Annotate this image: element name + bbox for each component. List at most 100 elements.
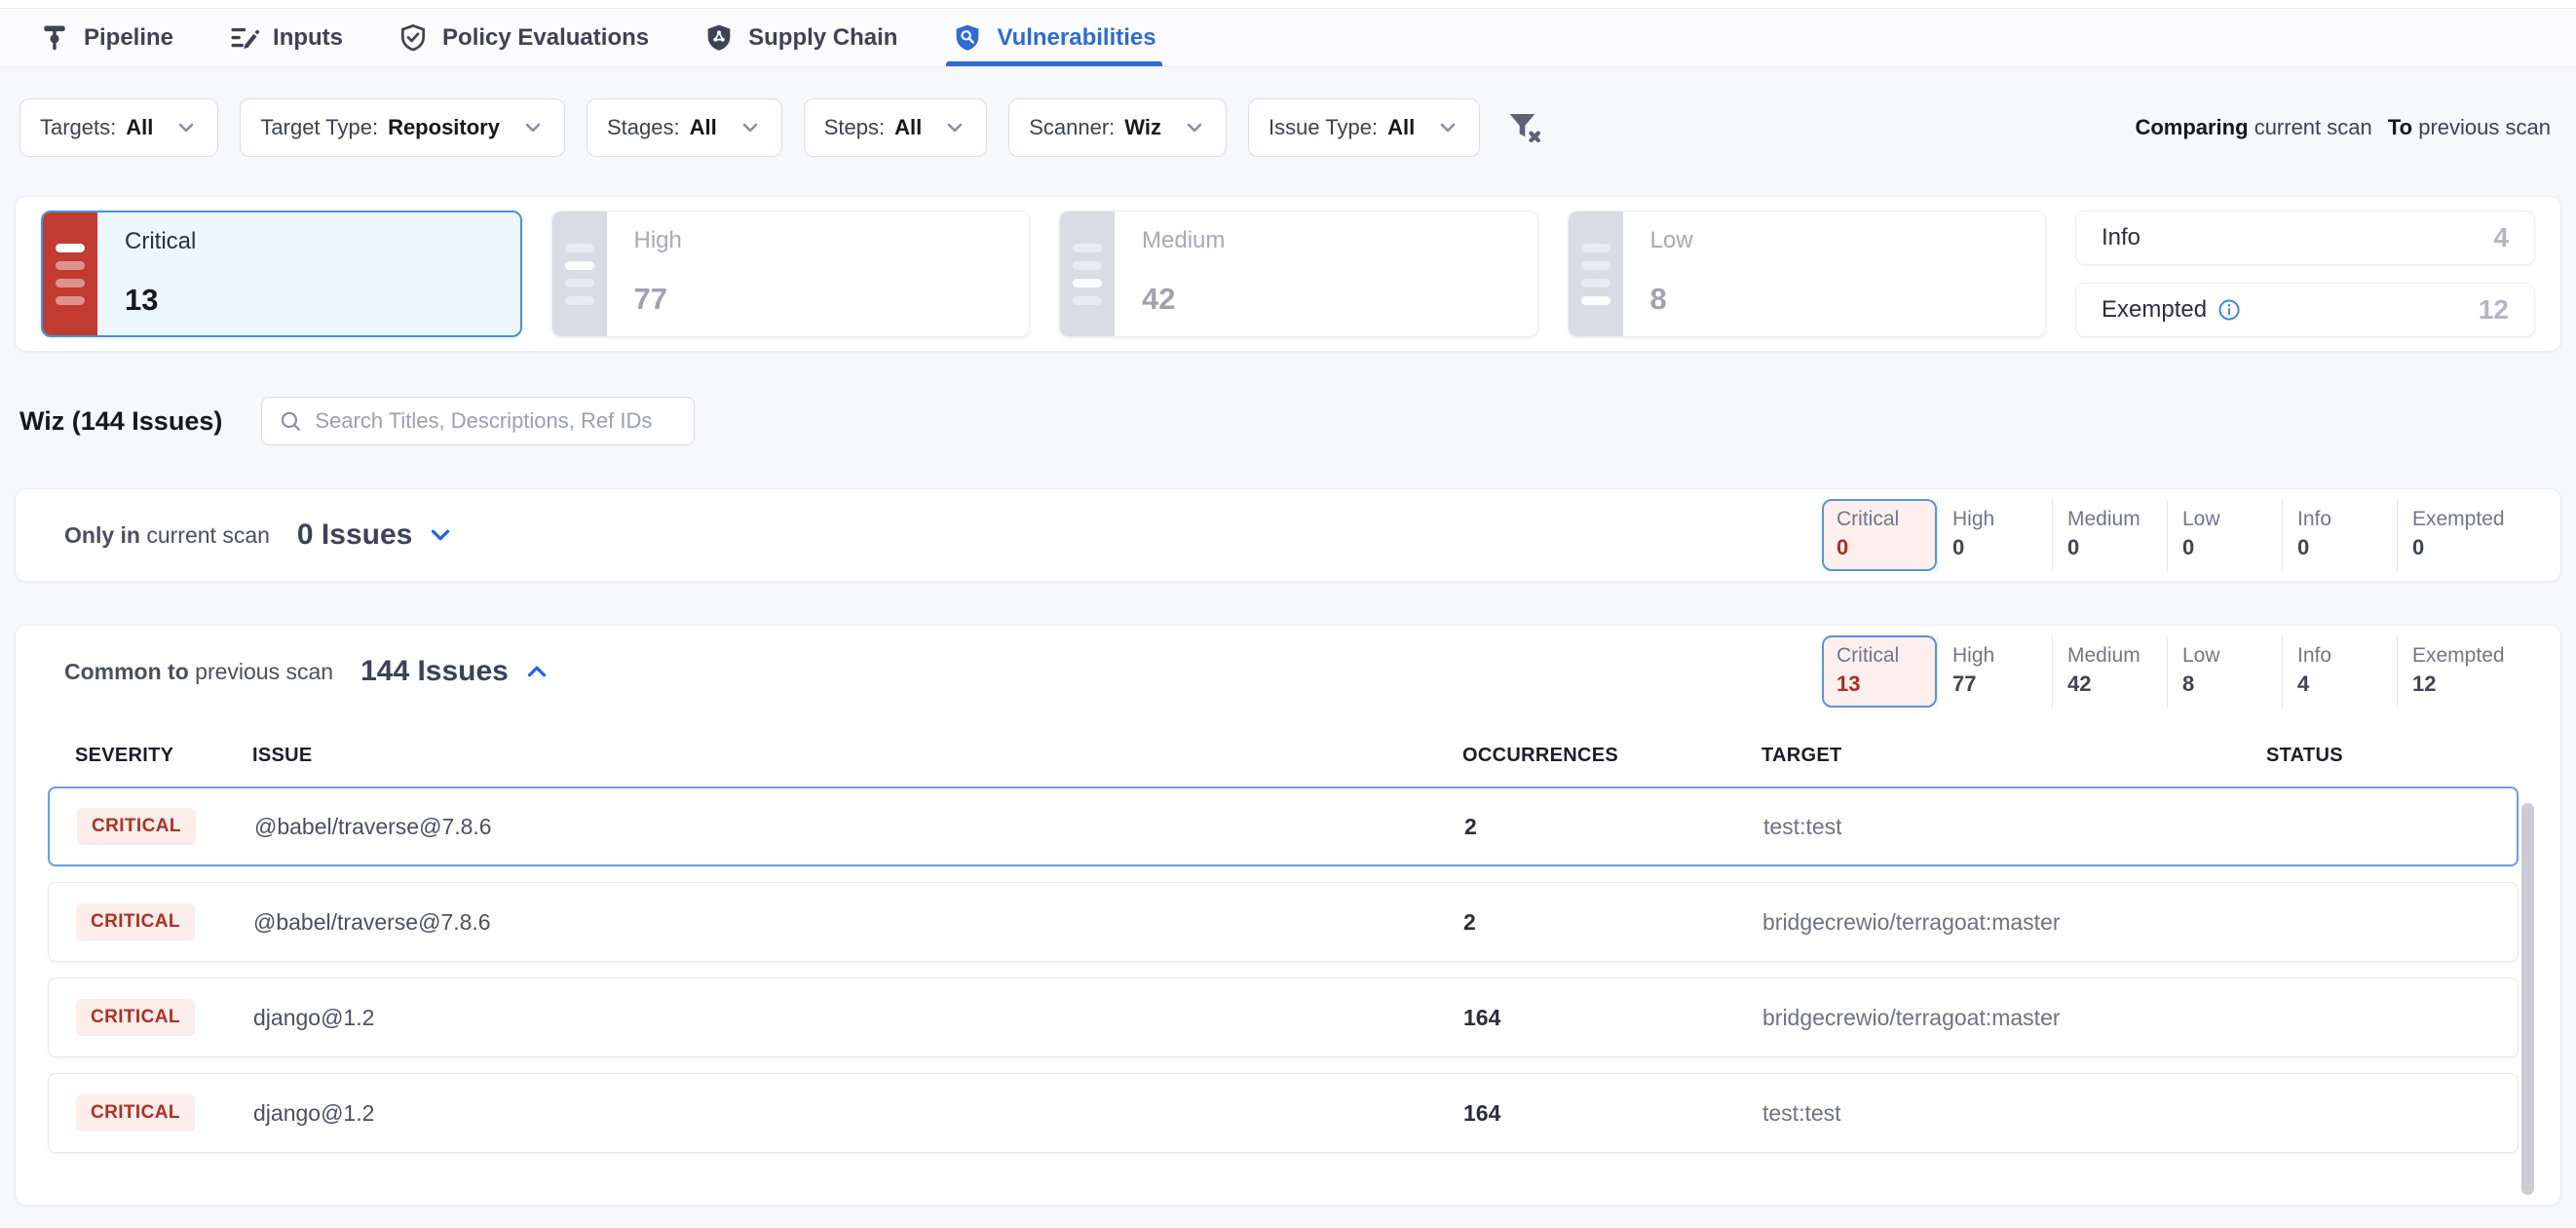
vulnerabilities-icon <box>952 22 983 54</box>
chip-medium[interactable]: Medium 42 <box>2052 635 2167 708</box>
severity-card-count: 77 <box>634 282 682 317</box>
tab-label: Inputs <box>273 24 343 52</box>
chip-label: High <box>1952 508 2052 531</box>
filter-stages[interactable]: Stages:All <box>587 98 782 157</box>
only-in-current-scan-section: Only in current scan 0 Issues Critical0H… <box>15 488 2561 582</box>
chevron-down-icon <box>943 116 966 139</box>
only-in-severity-chips: Critical0High0Medium0Low0Info0Exempted0 <box>1822 499 2512 571</box>
info-icon[interactable] <box>2216 297 2242 323</box>
filter-value: All <box>690 115 717 140</box>
chip-label: Low <box>2182 508 2282 531</box>
severity-cell: CRITICAL <box>77 808 254 845</box>
table-scrollbar[interactable] <box>2521 803 2534 1195</box>
chip-highlight-box: Critical0 <box>1822 499 1937 571</box>
search-box[interactable] <box>261 397 695 445</box>
tab-supply-chain[interactable]: Supply Chain <box>703 9 897 66</box>
severity-card-critical[interactable]: Critical13 <box>41 211 522 337</box>
table-row[interactable]: CRITICAL@babel/traverse@7.8.62bridgecrew… <box>48 882 2519 962</box>
chip-count: 0 <box>2412 535 2512 560</box>
chip-info[interactable]: Info4 <box>2282 635 2397 708</box>
chip-high[interactable]: High 0 <box>1937 499 2052 571</box>
chip-exempted[interactable]: Exempted12 <box>2397 635 2512 708</box>
severity-card-info[interactable]: Info4 <box>2075 211 2535 265</box>
filter-value: All <box>126 115 153 140</box>
severity-gauge-icon <box>43 212 97 335</box>
chip-critical[interactable]: Critical0 <box>1822 499 1937 571</box>
column-header-status: STATUS <box>2266 745 2491 767</box>
tab-label: Vulnerabilities <box>997 24 1155 52</box>
chevron-down-icon <box>1436 116 1459 139</box>
common-section-header: Common to previous scan 144 Issues Criti… <box>16 626 2560 717</box>
table-row[interactable]: CRITICALdjango@1.2164bridgecrewio/terrag… <box>48 978 2519 1057</box>
severity-card-low[interactable]: Low 8 <box>1568 211 2047 337</box>
chip-low[interactable]: Low 0 <box>2167 499 2282 571</box>
tab-pipeline[interactable]: Pipeline <box>39 9 173 66</box>
severity-card-medium[interactable]: Medium42 <box>1059 211 1538 337</box>
common-bold: Common to <box>64 659 189 684</box>
chevron-down-icon <box>1183 116 1206 139</box>
filter-bar: Targets:All Target Type:Repository Stages:… <box>19 98 2562 157</box>
filter-value: Wiz <box>1124 115 1161 140</box>
severity-card-exempted[interactable]: Exempted12 <box>2075 283 2535 337</box>
only-in-issue-count: 0 Issues <box>297 518 412 552</box>
filter-steps[interactable]: Steps:All <box>804 98 988 157</box>
chip-label: Critical <box>1837 644 1935 668</box>
search-input[interactable] <box>315 408 678 434</box>
severity-cards: Critical13 High 77 Medium42 Low 8 <box>41 211 2046 337</box>
occurrences-cell: 164 <box>1463 1005 1762 1031</box>
issue-cell: @babel/traverse@7.8.6 <box>253 909 1463 936</box>
filter-issue-type[interactable]: Issue Type:All <box>1248 98 1480 157</box>
severity-card-high[interactable]: High 77 <box>551 211 1031 337</box>
issue-cell: django@1.2 <box>253 1100 1463 1127</box>
chevron-up-icon[interactable] <box>522 657 551 686</box>
severity-card-label: High <box>634 227 682 254</box>
filter-scanner[interactable]: Scanner: Wiz <box>1008 98 1227 157</box>
column-header-severity: SEVERITY <box>75 745 252 767</box>
severity-gauge-icon <box>1569 211 1623 336</box>
table-row[interactable]: CRITICALdjango@1.2164test:test <box>48 1073 2519 1153</box>
severity-card-count: 8 <box>1650 282 1693 317</box>
tab-inputs[interactable]: Inputs <box>228 9 343 66</box>
severity-badge: CRITICAL <box>76 903 195 940</box>
policy-evaluations-icon <box>398 22 429 54</box>
occurrences-cell: 2 <box>1464 814 1763 840</box>
tab-vulnerabilities[interactable]: Vulnerabilities <box>952 9 1155 66</box>
chip-high[interactable]: High77 <box>1937 635 2052 708</box>
chip-label: Medium <box>2067 644 2167 668</box>
filter-label: Issue Type: <box>1269 115 1378 140</box>
chip-count: 0 <box>1952 535 2052 560</box>
chip-medium[interactable]: Medium0 <box>2052 499 2167 571</box>
filter-targets[interactable]: Targets:All <box>19 98 218 157</box>
issues-table-header: SEVERITYISSUEOCCURRENCESTARGETSTATUS <box>48 745 2519 767</box>
chip-critical[interactable]: Critical13 <box>1822 635 1937 708</box>
severity-card-label: Medium <box>1142 227 1225 254</box>
chip-low[interactable]: Low8 <box>2167 635 2282 708</box>
chip-count: 42 <box>2067 672 2167 697</box>
severity-cell: CRITICAL <box>76 1094 253 1132</box>
chip-info[interactable]: Info0 <box>2282 499 2397 571</box>
vulnerabilities-page: Pipeline Inputs Policy Evaluations Supply C… <box>0 0 2576 1228</box>
tab-policy-evaluations[interactable]: Policy Evaluations <box>398 9 649 66</box>
filter-target-type[interactable]: Target Type:Repository <box>240 98 565 157</box>
only-in-rest: current scan <box>146 522 270 548</box>
severity-card-count: 13 <box>125 283 196 318</box>
chip-label: Low <box>2182 644 2282 668</box>
chip-count: 0 <box>2182 535 2282 560</box>
severity-badge: CRITICAL <box>76 1094 195 1132</box>
chevron-down-icon[interactable] <box>426 520 455 550</box>
severity-card-body: Critical13 <box>97 212 196 335</box>
chip-label: Medium <box>2067 508 2167 531</box>
severity-badge: CRITICAL <box>77 808 196 845</box>
severity-card-label: Low <box>1650 227 1693 254</box>
only-in-section-header: Only in current scan 0 Issues Critical0H… <box>16 489 2560 581</box>
common-rest: previous scan <box>195 659 333 684</box>
table-row[interactable]: CRITICAL@babel/traverse@7.8.62test:test <box>48 787 2519 866</box>
filter-label: Scanner: <box>1029 115 1115 140</box>
chip-label: Critical <box>1837 508 1935 531</box>
severity-badge: CRITICAL <box>76 999 195 1036</box>
clear-filters-icon[interactable] <box>1505 108 1544 147</box>
chip-exempted[interactable]: Exempted0 <box>2397 499 2512 571</box>
issue-cell: @babel/traverse@7.8.6 <box>254 814 1464 840</box>
issue-cell: django@1.2 <box>253 1005 1463 1031</box>
chip-count: 0 <box>2297 535 2397 560</box>
